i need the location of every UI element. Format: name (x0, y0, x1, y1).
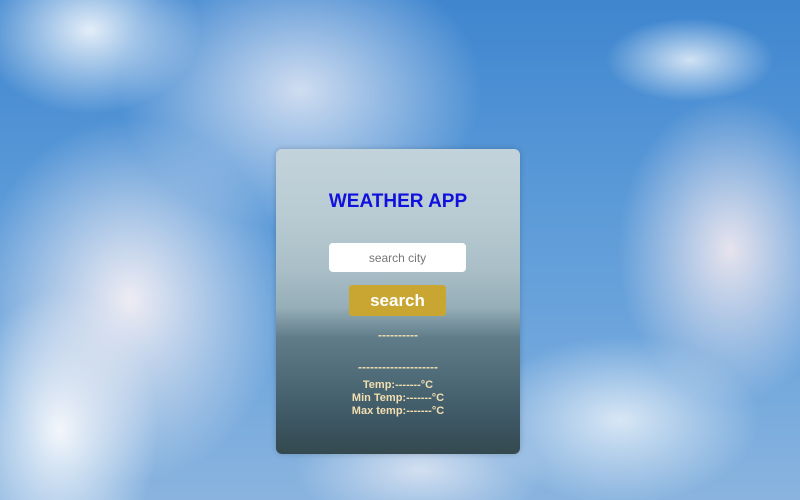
page-title: WEATHER APP (328, 191, 468, 212)
max-temp-value: Max temp:-------°C (351, 405, 445, 417)
weather-description: -------------------- (358, 360, 438, 374)
city-name: ---------- (378, 328, 418, 342)
min-temp-value: Min Temp:-------°C (351, 392, 445, 404)
search-button[interactable]: search (349, 285, 446, 316)
temp-value: Temp:-------°C (362, 379, 434, 391)
search-input[interactable] (329, 243, 466, 272)
